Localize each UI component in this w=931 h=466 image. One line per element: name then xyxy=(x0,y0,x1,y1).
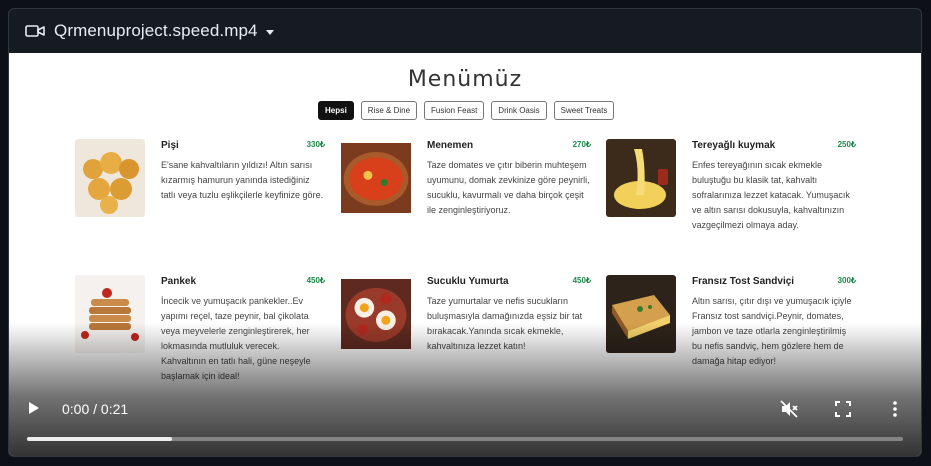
video-player[interactable]: Menümüz Hepsi Rise & Dine Fusion Feast D… xyxy=(9,53,921,456)
item-price: 450₺ xyxy=(572,276,591,285)
progress-bar[interactable] xyxy=(27,437,903,441)
tab-drink-oasis: Drink Oasis xyxy=(491,101,547,120)
tab-fusion-feast: Fusion Feast xyxy=(424,101,485,120)
tab-sweet-treats: Sweet Treats xyxy=(553,101,615,120)
menu-title: Menümüz xyxy=(407,67,523,92)
fullscreen-icon[interactable] xyxy=(833,399,853,419)
pisi-photo xyxy=(75,139,145,217)
item-price: 450₺ xyxy=(306,276,325,285)
item-description: E'sane kahvaltıların yıldızı! Altın sarı… xyxy=(161,160,324,200)
item-description: Taze domates ve çıtır biberin muhteşem u… xyxy=(427,160,590,215)
tab-rise-dine: Rise & Dine xyxy=(360,101,418,120)
video-header: Qrmenuproject.speed.mp4 xyxy=(9,9,921,53)
menemen-photo xyxy=(341,143,411,213)
file-title[interactable]: Qrmenuproject.speed.mp4 xyxy=(54,21,258,41)
item-price: 330₺ xyxy=(306,140,325,149)
play-icon[interactable] xyxy=(29,402,39,414)
item-name: Menemen xyxy=(427,140,474,151)
item-price: 300₺ xyxy=(837,276,856,285)
item-description: Enfes tereyağının sıcak ekmekle buluştuğ… xyxy=(692,160,850,230)
time-display: 0:00 / 0:21 xyxy=(62,401,129,417)
item-name: Sucuklu Yumurta xyxy=(427,276,509,287)
video-frame: Qrmenuproject.speed.mp4 Menümüz Hepsi Ri… xyxy=(8,8,922,457)
chevron-down-icon[interactable] xyxy=(265,29,274,35)
menu-tabs: Hepsi Rise & Dine Fusion Feast Drink Oas… xyxy=(318,101,615,120)
video-camera-icon xyxy=(25,25,45,37)
kuymak-photo xyxy=(606,139,676,217)
more-icon[interactable] xyxy=(885,399,905,419)
tab-hepsi: Hepsi xyxy=(318,101,354,120)
item-name: Pankek xyxy=(161,276,197,287)
video-controls: 0:00 / 0:21 xyxy=(9,393,921,423)
item-name: Pişi xyxy=(161,140,179,151)
item-name: Tereyağlı kuymak xyxy=(692,140,776,151)
mute-icon[interactable] xyxy=(779,399,799,419)
item-price: 250₺ xyxy=(837,140,856,149)
progress-fill xyxy=(27,437,173,441)
item-price: 270₺ xyxy=(572,140,591,149)
item-name: Fransız Tost Sandviçi xyxy=(692,276,795,287)
